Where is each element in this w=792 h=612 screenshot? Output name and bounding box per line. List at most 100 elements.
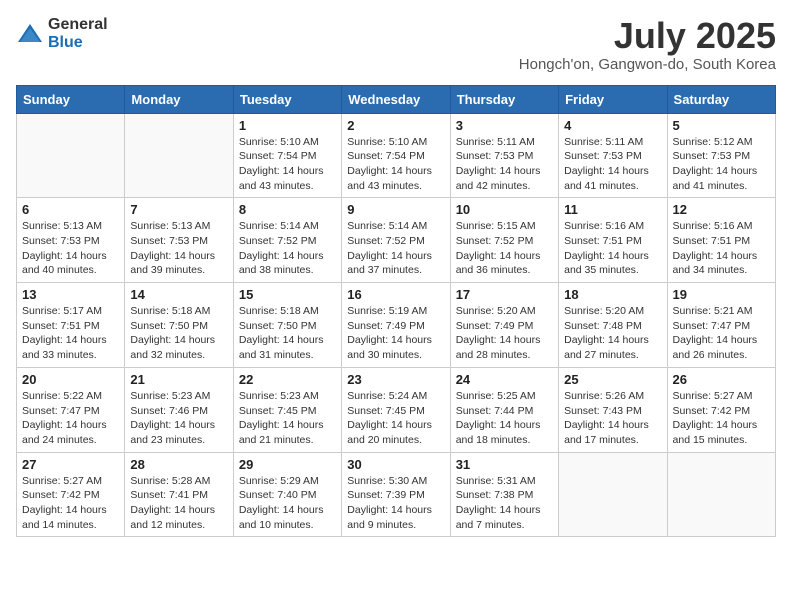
calendar-day-cell: 23 Sunrise: 5:24 AM Sunset: 7:45 PM Dayli…: [342, 367, 450, 452]
day-number: 19: [673, 287, 770, 302]
day-info: Sunrise: 5:11 AM Sunset: 7:53 PM Dayligh…: [564, 135, 661, 194]
day-number: 24: [456, 372, 553, 387]
calendar-day-cell: 8 Sunrise: 5:14 AM Sunset: 7:52 PM Daylig…: [233, 198, 341, 283]
calendar-day-cell: 18Sunrise: 5:20 AM Sunset: 7:48 PM Dayli…: [559, 283, 667, 368]
calendar-day-header: Wednesday: [342, 85, 450, 113]
day-info: Sunrise: 5:23 AM Sunset: 7:46 PM Dayligh…: [130, 389, 227, 448]
calendar-day-cell: 19 Sunrise: 5:21 AM Sunset: 7:47 PM Dayli…: [667, 283, 775, 368]
day-number: 27: [22, 457, 119, 472]
logo-icon: [16, 20, 44, 48]
calendar-day-cell: 27 Sunrise: 5:27 AM Sunset: 7:42 PM Dayli…: [17, 452, 125, 537]
day-number: 12: [673, 202, 770, 217]
day-info: Sunrise: 5:22 AM Sunset: 7:47 PM Dayligh…: [22, 389, 119, 448]
day-info: Sunrise: 5:12 AM Sunset: 7:53 PM Dayligh…: [673, 135, 770, 194]
day-number: 5: [673, 118, 770, 133]
day-info: Sunrise: 5:29 AM Sunset: 7:40 PM Dayligh…: [239, 474, 336, 533]
calendar-table: SundayMondayTuesdayWednesdayThursdayFrid…: [16, 85, 776, 538]
calendar-day-cell: 26Sunrise: 5:27 AM Sunset: 7:42 PM Dayli…: [667, 367, 775, 452]
day-number: 7: [130, 202, 227, 217]
calendar-day-cell: 28Sunrise: 5:28 AM Sunset: 7:41 PM Dayli…: [125, 452, 233, 537]
calendar-day-header: Monday: [125, 85, 233, 113]
day-info: Sunrise: 5:25 AM Sunset: 7:44 PM Dayligh…: [456, 389, 553, 448]
day-number: 9: [347, 202, 444, 217]
day-number: 20: [22, 372, 119, 387]
calendar-header-row: SundayMondayTuesdayWednesdayThursdayFrid…: [17, 85, 776, 113]
logo-blue: Blue: [48, 34, 108, 52]
calendar-day-header: Tuesday: [233, 85, 341, 113]
calendar-day-cell: 9 Sunrise: 5:14 AM Sunset: 7:52 PM Daylig…: [342, 198, 450, 283]
calendar-week-row: 20 Sunrise: 5:22 AM Sunset: 7:47 PM Dayli…: [17, 367, 776, 452]
calendar-day-cell: 1Sunrise: 5:10 AM Sunset: 7:54 PM Daylig…: [233, 113, 341, 198]
calendar-day-cell: 12 Sunrise: 5:16 AM Sunset: 7:51 PM Dayli…: [667, 198, 775, 283]
day-info: Sunrise: 5:23 AM Sunset: 7:45 PM Dayligh…: [239, 389, 336, 448]
day-number: 25: [564, 372, 661, 387]
day-number: 17: [456, 287, 553, 302]
calendar-day-cell: [17, 113, 125, 198]
day-info: Sunrise: 5:18 AM Sunset: 7:50 PM Dayligh…: [130, 304, 227, 363]
month-title: July 2025: [519, 16, 776, 56]
day-info: Sunrise: 5:21 AM Sunset: 7:47 PM Dayligh…: [673, 304, 770, 363]
calendar-day-cell: [559, 452, 667, 537]
calendar-day-cell: 7 Sunrise: 5:13 AM Sunset: 7:53 PM Daylig…: [125, 198, 233, 283]
location: Hongch'on, Gangwon-do, South Korea: [519, 56, 776, 73]
calendar-day-header: Saturday: [667, 85, 775, 113]
logo-text: General Blue: [48, 16, 108, 51]
calendar-day-cell: [667, 452, 775, 537]
day-info: Sunrise: 5:27 AM Sunset: 7:42 PM Dayligh…: [22, 474, 119, 533]
day-info: Sunrise: 5:28 AM Sunset: 7:41 PM Dayligh…: [130, 474, 227, 533]
day-number: 4: [564, 118, 661, 133]
day-number: 3: [456, 118, 553, 133]
day-number: 6: [22, 202, 119, 217]
day-number: 30: [347, 457, 444, 472]
calendar-day-cell: 14 Sunrise: 5:18 AM Sunset: 7:50 PM Dayli…: [125, 283, 233, 368]
logo-general: General: [48, 16, 108, 34]
day-number: 22: [239, 372, 336, 387]
day-info: Sunrise: 5:19 AM Sunset: 7:49 PM Dayligh…: [347, 304, 444, 363]
day-number: 14: [130, 287, 227, 302]
calendar-day-cell: 15 Sunrise: 5:18 AM Sunset: 7:50 PM Dayli…: [233, 283, 341, 368]
page-header: General Blue July 2025 Hongch'on, Gangwo…: [16, 16, 776, 73]
day-number: 16: [347, 287, 444, 302]
day-info: Sunrise: 5:18 AM Sunset: 7:50 PM Dayligh…: [239, 304, 336, 363]
calendar-day-cell: 11Sunrise: 5:16 AM Sunset: 7:51 PM Dayli…: [559, 198, 667, 283]
day-number: 18: [564, 287, 661, 302]
day-number: 23: [347, 372, 444, 387]
calendar-week-row: 1Sunrise: 5:10 AM Sunset: 7:54 PM Daylig…: [17, 113, 776, 198]
logo: General Blue: [16, 16, 108, 51]
day-info: Sunrise: 5:13 AM Sunset: 7:53 PM Dayligh…: [130, 219, 227, 278]
day-number: 15: [239, 287, 336, 302]
day-info: Sunrise: 5:13 AM Sunset: 7:53 PM Dayligh…: [22, 219, 119, 278]
day-info: Sunrise: 5:11 AM Sunset: 7:53 PM Dayligh…: [456, 135, 553, 194]
day-number: 2: [347, 118, 444, 133]
calendar-week-row: 13Sunrise: 5:17 AM Sunset: 7:51 PM Dayli…: [17, 283, 776, 368]
calendar-day-cell: 17Sunrise: 5:20 AM Sunset: 7:49 PM Dayli…: [450, 283, 558, 368]
calendar-day-cell: 6 Sunrise: 5:13 AM Sunset: 7:53 PM Daylig…: [17, 198, 125, 283]
calendar-day-cell: 25 Sunrise: 5:26 AM Sunset: 7:43 PM Dayli…: [559, 367, 667, 452]
day-info: Sunrise: 5:16 AM Sunset: 7:51 PM Dayligh…: [673, 219, 770, 278]
day-number: 8: [239, 202, 336, 217]
day-info: Sunrise: 5:14 AM Sunset: 7:52 PM Dayligh…: [239, 219, 336, 278]
day-info: Sunrise: 5:24 AM Sunset: 7:45 PM Dayligh…: [347, 389, 444, 448]
calendar-day-cell: 4 Sunrise: 5:11 AM Sunset: 7:53 PM Daylig…: [559, 113, 667, 198]
day-info: Sunrise: 5:15 AM Sunset: 7:52 PM Dayligh…: [456, 219, 553, 278]
calendar-day-cell: 13Sunrise: 5:17 AM Sunset: 7:51 PM Dayli…: [17, 283, 125, 368]
day-info: Sunrise: 5:31 AM Sunset: 7:38 PM Dayligh…: [456, 474, 553, 533]
day-number: 13: [22, 287, 119, 302]
day-info: Sunrise: 5:26 AM Sunset: 7:43 PM Dayligh…: [564, 389, 661, 448]
calendar-day-header: Sunday: [17, 85, 125, 113]
calendar-day-cell: 3 Sunrise: 5:11 AM Sunset: 7:53 PM Daylig…: [450, 113, 558, 198]
calendar-week-row: 27 Sunrise: 5:27 AM Sunset: 7:42 PM Dayli…: [17, 452, 776, 537]
calendar-day-cell: [125, 113, 233, 198]
day-info: Sunrise: 5:10 AM Sunset: 7:54 PM Dayligh…: [239, 135, 336, 194]
calendar-day-cell: 29Sunrise: 5:29 AM Sunset: 7:40 PM Dayli…: [233, 452, 341, 537]
day-info: Sunrise: 5:30 AM Sunset: 7:39 PM Dayligh…: [347, 474, 444, 533]
day-info: Sunrise: 5:10 AM Sunset: 7:54 PM Dayligh…: [347, 135, 444, 194]
calendar-day-cell: 16 Sunrise: 5:19 AM Sunset: 7:49 PM Dayli…: [342, 283, 450, 368]
calendar-day-cell: 20 Sunrise: 5:22 AM Sunset: 7:47 PM Dayli…: [17, 367, 125, 452]
title-area: July 2025 Hongch'on, Gangwon-do, South K…: [519, 16, 776, 73]
calendar-day-header: Thursday: [450, 85, 558, 113]
day-info: Sunrise: 5:14 AM Sunset: 7:52 PM Dayligh…: [347, 219, 444, 278]
calendar-day-cell: 10Sunrise: 5:15 AM Sunset: 7:52 PM Dayli…: [450, 198, 558, 283]
day-number: 31: [456, 457, 553, 472]
calendar-day-cell: 31 Sunrise: 5:31 AM Sunset: 7:38 PM Dayli…: [450, 452, 558, 537]
